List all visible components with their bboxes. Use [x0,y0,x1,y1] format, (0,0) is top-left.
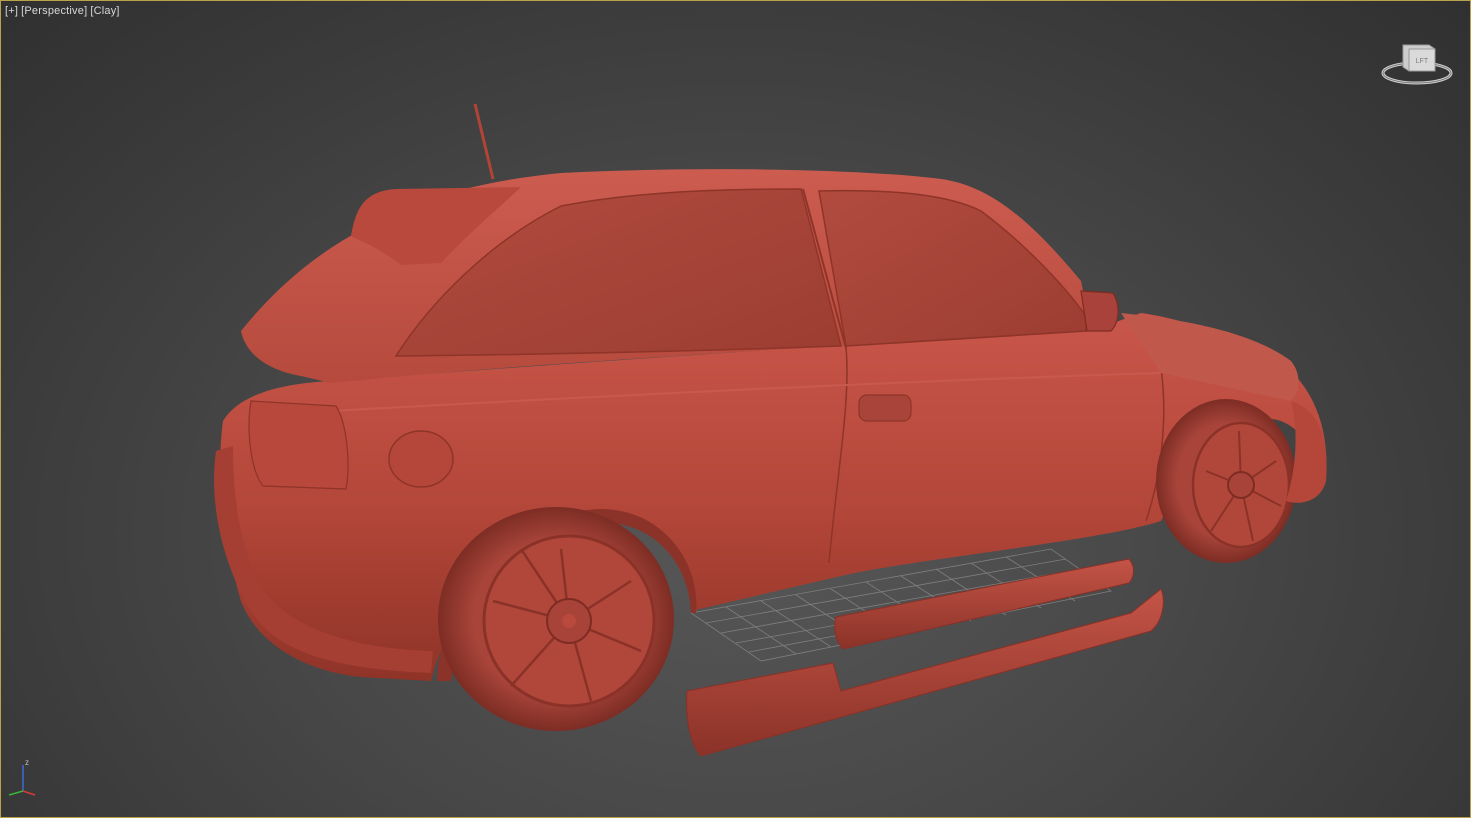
scene-render[interactable] [1,1,1470,817]
viewcube-icon[interactable]: LFT [1379,37,1455,89]
antenna [473,103,495,180]
viewcube-face-label: LFT [1416,58,1429,65]
rear-wheel [438,507,674,731]
front-wheel [1156,399,1296,563]
axis-tripod-icon: z [8,758,36,796]
axis-z-label: z [25,758,29,767]
viewport-perspective[interactable]: [+] [Perspective] [Clay] LFT z [0,0,1471,818]
